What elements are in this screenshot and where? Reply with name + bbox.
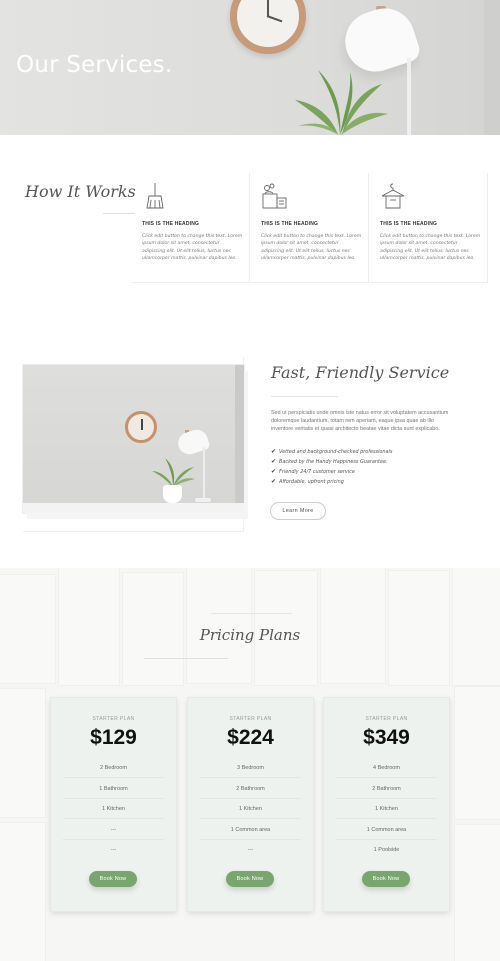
room-photo [23,365,244,513]
list-item: ✔ Vetted and background-checked professio… [271,447,392,457]
book-now-button[interactable]: Book Now [362,871,410,887]
plan-feature: 1 Kitchen [336,799,437,819]
plan-price: $224 [227,726,274,749]
pricing-card: STARTER PLAN $129 2 Bedroom 1 Bathroom 1… [51,698,176,911]
heading-divider [271,396,338,397]
benefits-list: ✔ Vetted and background-checked professio… [271,447,392,487]
plan-price: $349 [363,726,410,749]
plan-feature: 2 Bedroom [63,758,164,778]
plan-feature: --- [63,820,164,840]
hero-banner: Our Services. [0,0,500,135]
step-card: THIS IS THE HEADING Click edit button to… [370,173,488,283]
plan-feature: 2 Bathroom [336,779,437,799]
check-icon: ✔ [271,448,277,455]
lamp-arm [407,58,411,135]
page-title: Our Services. [16,52,173,78]
list-item: ✔ Friendly 24/7 customer service [271,467,392,477]
lamp-base [195,498,211,502]
bg-tile [454,686,500,820]
step-heading: THIS IS THE HEADING [380,221,438,227]
step-text: Click edit button to change this text. L… [380,234,481,261]
shirt-hanger-icon [381,183,405,209]
step-heading: THIS IS THE HEADING [142,221,200,227]
plan-feature: 2 Bathroom [200,779,301,799]
heading-divider [103,213,135,214]
step-heading: THIS IS THE HEADING [261,221,319,227]
bg-tile [0,822,46,961]
lamp-arm [203,447,205,499]
how-it-works-heading: How It Works [25,182,136,201]
plan-feature: 1 Poolside [373,847,400,853]
bg-tile [0,688,46,818]
heading-divider-bottom [144,658,228,659]
service-description: Sed ut perspiciatis unde omnis iste natu… [271,410,449,432]
heading-divider-top [211,613,292,614]
plan-name: STARTER PLAN [92,716,135,722]
book-now-button[interactable]: Book Now [89,871,137,887]
list-item-text: Vetted and background-checked profession… [279,449,393,455]
step-card: THIS IS THE HEADING Click edit button to… [132,173,250,283]
step-text: Click edit button to change this text. L… [261,234,362,261]
pricing-heading: Pricing Plans [199,626,301,644]
plan-feature: 1 Kitchen [63,799,164,819]
cleaning-bucket-icon [262,183,287,209]
plant-image [295,70,388,135]
check-icon: ✔ [271,468,277,475]
pricing-card: STARTER PLAN $349 4 Bedroom 2 Bathroom 1… [324,698,449,911]
clock-image [125,411,157,443]
list-item-text: Backed by the Handy Happiness Guarantee. [279,459,388,465]
list-item-text: Friendly 24/7 customer service [279,469,355,475]
list-item-text: Affordable, upfront pricing [279,479,344,485]
plan-feature: --- [110,847,117,853]
wall-clock-image [230,0,306,54]
check-icon: ✔ [271,478,277,485]
plan-feature: 3 Bedroom [200,758,301,778]
learn-more-button[interactable]: Learn More [270,502,326,520]
step-text: Click edit button to change this text. L… [142,234,243,261]
plan-feature: 1 Common area [200,820,301,840]
plan-feature: 1 Common area [336,820,437,840]
plan-feature: 1 Bathroom [63,779,164,799]
broom-icon [146,183,164,209]
book-now-button[interactable]: Book Now [226,871,274,887]
plan-feature: 1 Kitchen [200,799,301,819]
bg-tile [454,824,500,961]
plan-name: STARTER PLAN [365,716,408,722]
wall-edge [235,365,244,513]
list-item: ✔ Affordable, upfront pricing [271,477,392,487]
pricing-card: STARTER PLAN $224 3 Bedroom 2 Bathroom 1… [188,698,313,911]
plan-feature: 4 Bedroom [336,758,437,778]
plan-price: $129 [90,726,137,749]
step-card: THIS IS THE HEADING Click edit button to… [251,173,369,283]
table-surface [23,503,244,513]
fast-friendly-heading: Fast, Friendly Service [271,363,450,382]
list-item: ✔ Backed by the Handy Happiness Guarantee… [271,457,392,467]
plant-pot [163,485,182,503]
plant-image [152,458,195,487]
check-icon: ✔ [271,458,277,465]
plan-feature: --- [247,847,254,853]
plan-name: STARTER PLAN [229,716,272,722]
hero-edge [484,0,500,135]
